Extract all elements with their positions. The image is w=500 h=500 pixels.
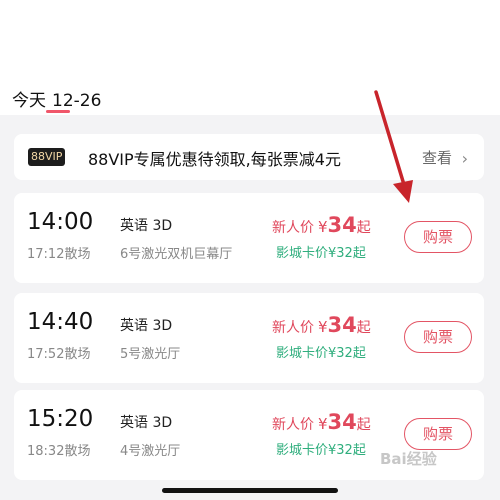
- new-user-price: 新人价 ¥34起: [272, 213, 371, 237]
- member-card-price: 影城卡价¥32起: [276, 246, 366, 261]
- home-indicator: [162, 488, 338, 493]
- showtime-hall: 5号激光厅: [120, 347, 181, 362]
- showtime-card[interactable]: 14:00 17:12散场 英语 3D 6号激光双机巨幕厅 新人价 ¥34起 影城…: [14, 193, 484, 283]
- showtime-language: 英语 3D: [120, 415, 173, 431]
- showtime-end: 17:12散场: [27, 247, 91, 262]
- currency-symbol: ¥: [318, 415, 328, 433]
- vip-promo-banner[interactable]: 88VIP 88VIP专属优惠待领取,每张票减4元 查看 ›: [14, 134, 484, 180]
- date-tab-indicator: [46, 110, 70, 113]
- showtime-language: 英语 3D: [120, 218, 173, 234]
- showtime-end: 18:32散场: [27, 444, 91, 459]
- price-suffix: 起: [356, 320, 371, 336]
- new-price-label: 新人价: [272, 220, 314, 236]
- showtime-hall: 4号激光厅: [120, 444, 181, 459]
- new-price-value: 34: [327, 410, 357, 434]
- watermark: Bai经验: [380, 450, 437, 468]
- vip-badge: 88VIP: [28, 148, 66, 166]
- showtime-language: 英语 3D: [120, 318, 173, 334]
- new-user-price: 新人价 ¥34起: [272, 313, 371, 337]
- new-price-label: 新人价: [272, 417, 314, 433]
- member-card-price: 影城卡价¥32起: [276, 443, 366, 458]
- currency-symbol: ¥: [318, 218, 328, 236]
- currency-symbol: ¥: [318, 318, 328, 336]
- buy-ticket-button[interactable]: 购票: [404, 321, 472, 353]
- buy-ticket-button[interactable]: 购票: [404, 418, 472, 450]
- new-price-value: 34: [327, 313, 357, 337]
- new-user-price: 新人价 ¥34起: [272, 410, 371, 434]
- showtime-card[interactable]: 14:40 17:52散场 英语 3D 5号激光厅 新人价 ¥34起 影城卡价¥3…: [14, 293, 484, 383]
- new-price-value: 34: [327, 213, 357, 237]
- promo-text: 88VIP专属优惠待领取,每张票减4元: [88, 150, 341, 169]
- showtime-end: 17:52散场: [27, 347, 91, 362]
- chevron-right-icon[interactable]: ›: [462, 149, 468, 168]
- showtime-start: 15:20: [27, 406, 94, 432]
- showtime-start: 14:00: [27, 209, 94, 235]
- price-suffix: 起: [356, 417, 371, 433]
- member-card-price: 影城卡价¥32起: [276, 346, 366, 361]
- date-tab-day-label: 今天: [12, 91, 46, 111]
- price-suffix: 起: [356, 220, 371, 236]
- showtime-hall: 6号激光双机巨幕厅: [120, 247, 233, 262]
- promo-view-link[interactable]: 查看: [422, 147, 452, 168]
- buy-ticket-button[interactable]: 购票: [404, 221, 472, 253]
- showtime-start: 14:40: [27, 309, 94, 335]
- new-price-label: 新人价: [272, 320, 314, 336]
- date-tab-date: 12-26: [52, 91, 102, 111]
- date-tab-today[interactable]: 今天 12-26: [12, 86, 101, 111]
